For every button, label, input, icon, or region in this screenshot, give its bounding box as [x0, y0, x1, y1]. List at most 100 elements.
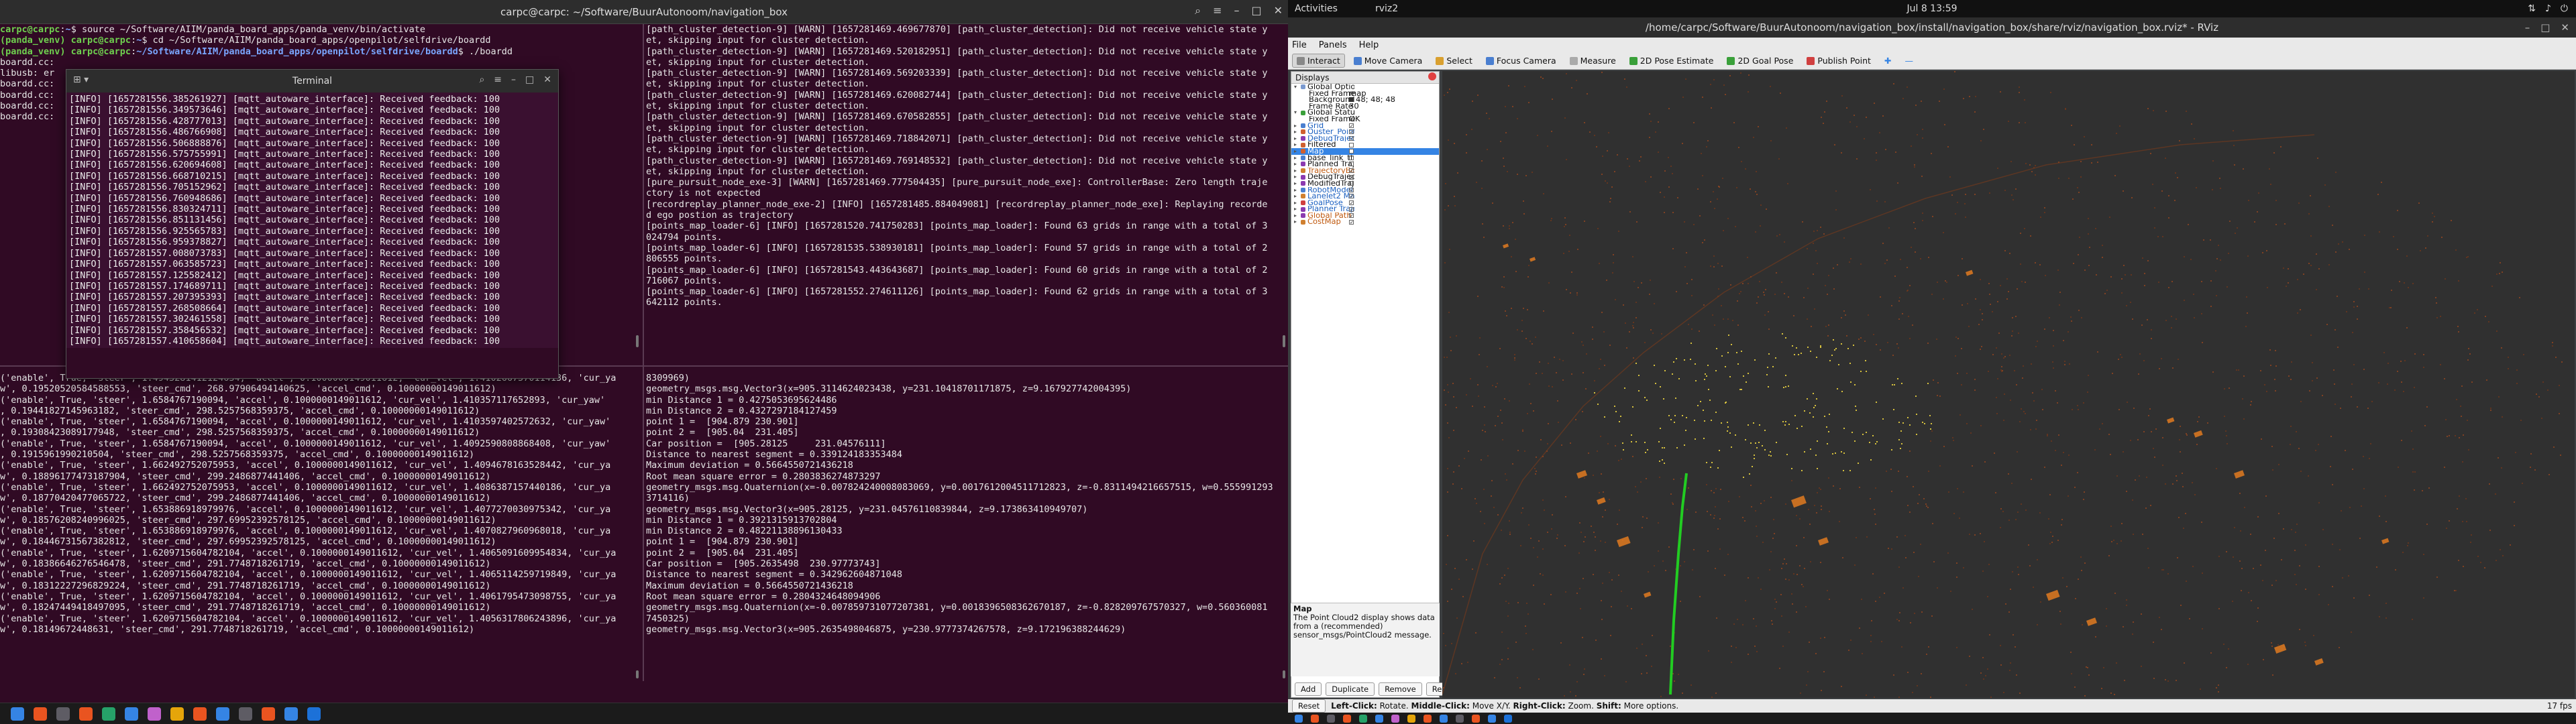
floating-terminal-window[interactable]: ⊞ ▾ Terminal ⌕ ≡ – □ ✕ [INFO] [165728155… [66, 69, 559, 379]
minimize-icon[interactable]: – [2525, 21, 2530, 34]
menu-icon[interactable]: ≡ [1213, 4, 1222, 17]
taskbar-app-icon[interactable] [216, 707, 229, 721]
taskbar-app-icon[interactable] [193, 707, 207, 721]
taskbar-app-icon[interactable] [307, 707, 321, 721]
maximize-icon[interactable]: □ [525, 74, 534, 85]
display-enable-checkbox[interactable]: ✓ [1349, 200, 1354, 205]
expand-right-icon[interactable]: ▸ [1294, 174, 1301, 180]
display-item[interactable]: ▸ Planned Traject... [1291, 161, 1439, 168]
activities-button[interactable]: Activities [1295, 3, 1338, 14]
rviz-titlebar[interactable]: /home/carpc/Software/BuurAutonoom/naviga… [1288, 17, 2576, 38]
new-tab-icon[interactable]: ⊞ ▾ [73, 74, 89, 85]
reset-button[interactable]: Reset [1292, 699, 1326, 713]
expand-right-icon[interactable]: ▸ [1294, 135, 1301, 142]
display-item[interactable]: ▸ DebugTrajecto...✓ [1291, 135, 1439, 142]
app-menu[interactable]: rviz2 [1375, 3, 1398, 14]
display-item[interactable]: ▸ TrajectoryBou...✓ [1291, 168, 1439, 174]
taskbar-app-icon[interactable] [1456, 714, 1464, 723]
expand-right-icon[interactable]: ▸ [1294, 155, 1301, 162]
scrollbar-top-left[interactable] [636, 335, 639, 347]
taskbar-app-icon[interactable] [262, 707, 275, 721]
button-duplicate[interactable]: Duplicate [1326, 682, 1375, 696]
display-enable-checkbox[interactable] [1349, 162, 1354, 167]
display-enable-checkbox[interactable] [1349, 142, 1354, 147]
menu-help[interactable]: Help [1359, 40, 1379, 50]
maximize-icon[interactable]: □ [1251, 4, 1261, 17]
display-item[interactable]: ▸ DebugTrajecto...✓ [1291, 174, 1439, 180]
display-item[interactable]: Fixed Frame map [1291, 90, 1439, 97]
display-item[interactable]: ▾ Global Status: Ok [1291, 109, 1439, 116]
expand-right-icon[interactable]: ▸ [1294, 200, 1301, 206]
display-enable-checkbox[interactable] [1349, 149, 1354, 154]
minimize-icon[interactable]: – [1234, 4, 1239, 17]
search-icon[interactable]: ⌕ [1195, 4, 1201, 17]
taskbar-app-icon[interactable] [1472, 714, 1480, 723]
display-item-value[interactable]: 48; 48; 48 [1349, 97, 1395, 103]
terminal-pane-bottom-right[interactable]: 8309969) geometry_msgs.msg.Vector3(x=905.… [646, 373, 1288, 680]
tool-interact[interactable]: Interact [1292, 54, 1345, 68]
display-enable-checkbox[interactable] [1349, 155, 1354, 160]
display-enable-checkbox[interactable]: ✓ [1349, 219, 1354, 225]
3d-viewport[interactable] [1442, 71, 2575, 698]
maximize-icon[interactable]: □ [2540, 21, 2550, 34]
taskbar-app-icon[interactable] [1359, 714, 1367, 723]
taskbar-app-icon[interactable] [102, 707, 115, 721]
taskbar-app-icon[interactable] [56, 707, 70, 721]
taskbar-app-icon[interactable] [1295, 714, 1303, 723]
expand-right-icon[interactable]: ▸ [1294, 206, 1301, 213]
tool-2d-goal-pose[interactable]: 2D Goal Pose [1722, 54, 1798, 68]
expand-down-icon[interactable]: ▾ [1294, 84, 1301, 90]
minus-icon[interactable]: — [1900, 54, 1918, 68]
taskbar-app-icon[interactable] [1407, 714, 1415, 723]
expand-right-icon[interactable]: ▸ [1294, 180, 1301, 187]
taskbar-app-icon[interactable] [1343, 714, 1351, 723]
expand-right-icon[interactable]: ▸ [1294, 161, 1301, 168]
display-item[interactable]: ▾ Global Options [1291, 84, 1439, 90]
display-enable-checkbox[interactable] [1349, 181, 1354, 186]
display-enable-checkbox[interactable]: ✓ [1349, 136, 1354, 141]
taskbar-app-icon[interactable] [284, 707, 298, 721]
floating-terminal-output[interactable]: [INFO] [1657281556.385261927] [mqtt_auto… [66, 93, 558, 349]
plus-icon[interactable]: ✚ [1880, 54, 1896, 68]
taskbar-app-icon[interactable] [1424, 714, 1432, 723]
scrollbar-bottom-left[interactable] [636, 670, 639, 678]
terminal-pane-bottom-left[interactable]: ('enable', True, 'steer', 1.494328141212… [0, 373, 641, 680]
display-enable-checkbox[interactable]: ✓ [1349, 174, 1354, 180]
expand-right-icon[interactable]: ▸ [1294, 213, 1301, 219]
expand-right-icon[interactable]: ▸ [1294, 129, 1301, 135]
taskbar-app-icon[interactable] [1327, 714, 1335, 723]
taskbar-app-icon[interactable] [1375, 714, 1383, 723]
expand-right-icon[interactable]: ▸ [1294, 123, 1301, 129]
expand-right-icon[interactable]: ▸ [1294, 187, 1301, 194]
display-item[interactable]: Fixed Frame OK [1291, 116, 1439, 123]
display-item[interactable]: ▸ Planner Trajec...✓ [1291, 206, 1439, 213]
expand-right-icon[interactable]: ▸ [1294, 219, 1301, 225]
tool-measure[interactable]: Measure [1565, 54, 1621, 68]
tool-focus-camera[interactable]: Focus Camera [1481, 54, 1561, 68]
menu-file[interactable]: File [1292, 40, 1307, 50]
taskbar-app-icon[interactable] [1311, 714, 1319, 723]
tool-2d-pose-estimate[interactable]: 2D Pose Estimate [1625, 54, 1719, 68]
display-enable-checkbox[interactable]: ✓ [1349, 168, 1354, 174]
button-add[interactable]: Add [1295, 682, 1322, 696]
taskbar-app-icon[interactable] [1440, 714, 1448, 723]
display-item[interactable]: ▸ base_link_tf [1291, 155, 1439, 162]
tool-publish-point[interactable]: Publish Point [1802, 54, 1876, 68]
display-item[interactable]: Frame Rate 30 [1291, 103, 1439, 110]
close-icon[interactable]: ✕ [2561, 21, 2569, 34]
clock[interactable]: Jul 8 13:59 [1907, 3, 1957, 14]
scrollbar-bottom-right[interactable] [1283, 670, 1285, 678]
display-item[interactable]: ▸ Global Path ✓ [1291, 213, 1439, 219]
display-item[interactable]: ▸ CostMap ✓ [1291, 219, 1439, 225]
terminal-pane-top-right[interactable]: [path_cluster_detection-9] [WARN] [16572… [646, 24, 1288, 359]
display-item[interactable]: ▸ ModifiedTrajec... [1291, 180, 1439, 187]
close-icon[interactable]: ✕ [1274, 4, 1283, 17]
display-item[interactable]: ▸ RobotModel ✓ [1291, 187, 1439, 194]
display-item[interactable]: ▸ Lanelet2 Map✓ [1291, 193, 1439, 200]
display-item[interactable]: ▸ Filtered [1291, 141, 1439, 148]
close-icon[interactable]: ✕ [543, 74, 551, 85]
expand-right-icon[interactable]: ▸ [1294, 141, 1301, 148]
display-item[interactable]: ▸ GoalPose ✓ [1291, 200, 1439, 206]
taskbar-app-icon[interactable] [79, 707, 93, 721]
color-swatch[interactable] [1349, 97, 1354, 103]
